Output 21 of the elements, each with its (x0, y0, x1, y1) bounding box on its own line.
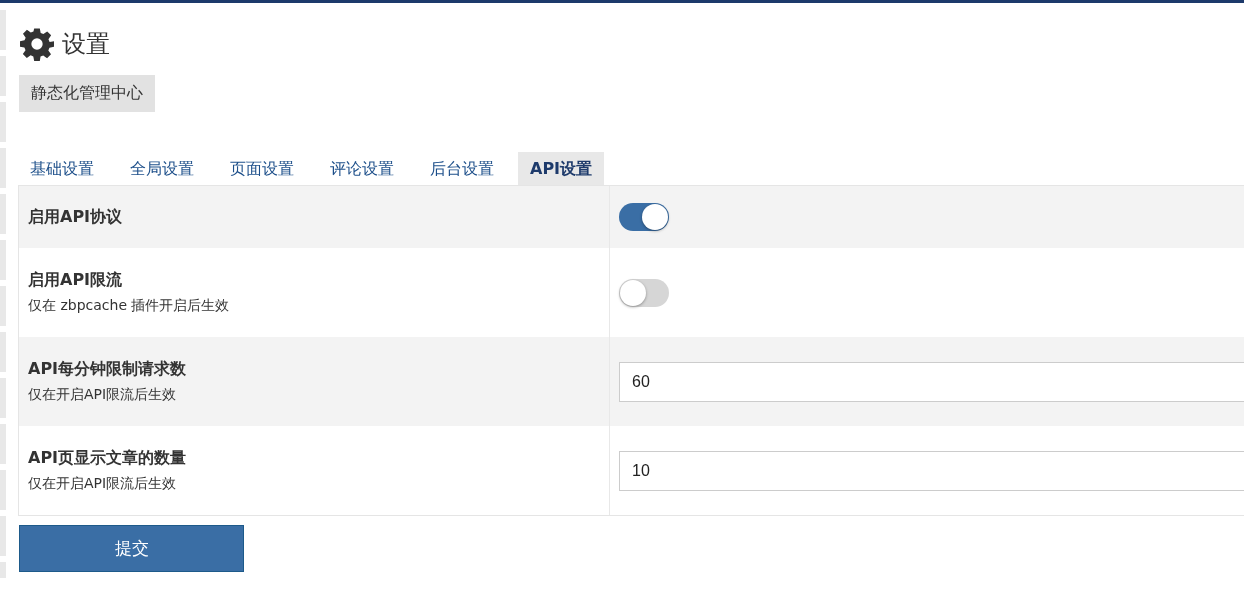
setting-hint: 仅在 zbpcache 插件开启后生效 (28, 297, 231, 315)
setting-label: 启用API限流 (28, 270, 124, 291)
tab[interactable]: 页面设置 (218, 152, 306, 185)
settings-icon (20, 27, 54, 61)
submit-button[interactable]: 提交 (19, 525, 244, 572)
manage-button[interactable]: 静态化管理中心 (19, 75, 155, 112)
tab[interactable]: API设置 (518, 152, 605, 185)
page-title: 设置 (62, 29, 110, 60)
toggle-switch[interactable] (619, 278, 669, 307)
setting-label: 启用API协议 (28, 206, 124, 228)
input-field[interactable]: 10 (619, 450, 1244, 491)
tab[interactable]: 评论设置 (318, 152, 406, 185)
setting-hint: 仅在开启API限流后生效 (28, 386, 178, 404)
setting-hint: 仅在开启API限流后生效 (28, 475, 178, 493)
setting-label: API每分钟限制请求数 (28, 359, 188, 380)
tab[interactable]: 后台设置 (418, 152, 506, 185)
tab[interactable]: 全局设置 (118, 152, 206, 185)
setting-label: API页显示文章的数量 (28, 448, 188, 469)
tab[interactable]: 基础设置 (18, 152, 106, 185)
toggle-switch[interactable] (619, 203, 669, 231)
input-field[interactable]: 60 (619, 361, 1244, 402)
